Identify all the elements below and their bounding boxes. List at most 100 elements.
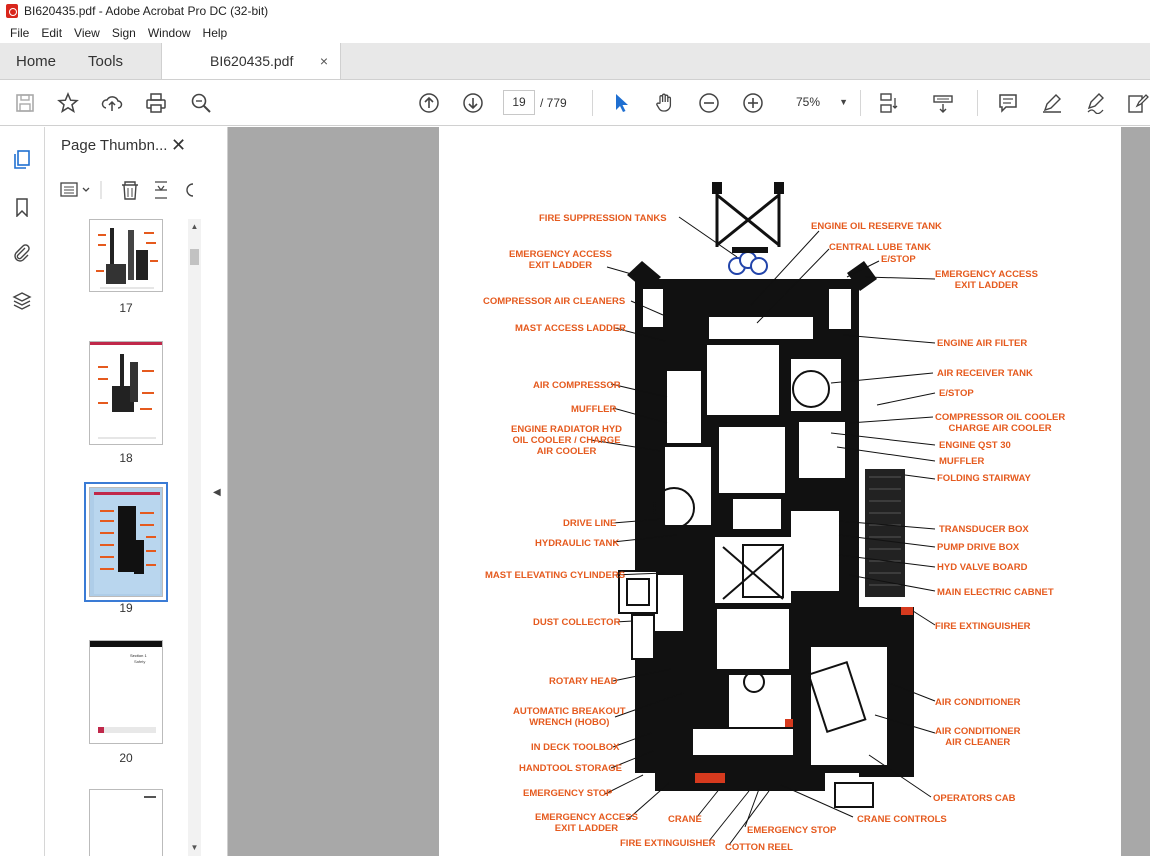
sign-pen-icon[interactable] xyxy=(1084,91,1108,115)
zoom-out-icon[interactable] xyxy=(697,91,721,115)
callout-estop-top: E/STOP xyxy=(881,254,916,265)
page-number-input[interactable]: 19 xyxy=(503,90,535,115)
callout-air-conditioner-air-cleaner: AIR CONDITIONER AIR CLEANER xyxy=(935,726,1021,748)
toolbar-divider xyxy=(977,90,978,116)
callout-engine-qst-30: ENGINE QST 30 xyxy=(939,440,1011,451)
tab-home[interactable]: Home xyxy=(0,43,72,79)
thumbnail-page-19[interactable] xyxy=(84,482,168,602)
page-thumbnails-icon[interactable] xyxy=(10,147,34,171)
previous-page-icon[interactable] xyxy=(417,91,441,115)
callout-estop-right: E/STOP xyxy=(939,388,974,399)
select-cursor-icon[interactable] xyxy=(609,91,633,115)
callout-operators-cab: OPERATORS CAB xyxy=(933,793,1016,804)
callout-mast-elevating-cylinders: MAST ELEVATING CYLINDERS xyxy=(485,570,626,581)
callout-air-compressor: AIR COMPRESSOR xyxy=(533,380,621,391)
edit-pdf-icon[interactable] xyxy=(1126,91,1150,115)
thumbnail-page-17[interactable] xyxy=(89,219,163,292)
callout-cotton-reel: COTTON REEL xyxy=(725,842,793,853)
scroll-down-icon[interactable]: ▼ xyxy=(188,842,201,854)
zoom-search-icon[interactable] xyxy=(189,91,213,115)
bookmark-icon[interactable] xyxy=(10,195,34,219)
chevron-down-icon: ▼ xyxy=(839,97,848,107)
document-viewer[interactable]: FIRE SUPPRESSION TANKS EMERGENCY ACCESS … xyxy=(228,127,1150,856)
thumb20-heading: Section 1 xyxy=(130,653,147,658)
callout-dust-collector: DUST COLLECTOR xyxy=(533,617,621,628)
menu-window[interactable]: Window xyxy=(142,26,197,40)
menu-view[interactable]: View xyxy=(68,26,106,40)
callout-muffler-right: MUFFLER xyxy=(939,456,985,467)
page-thumbnails-panel: Page Thumbn... ✕ 17 18 19 Section 1 Safe… xyxy=(45,127,206,856)
layers-icon[interactable] xyxy=(10,289,34,313)
callout-emergency-access-ladder-left: EMERGENCY ACCESS EXIT LADDER xyxy=(509,249,612,271)
panel-collapse-handle[interactable]: ◀ xyxy=(206,127,228,856)
menu-bar: File Edit View Sign Window Help xyxy=(0,22,1150,43)
callout-fire-extinguisher-bottom: FIRE EXTINGUISHER xyxy=(620,838,716,849)
hand-tool-icon[interactable] xyxy=(653,91,677,115)
print-icon[interactable] xyxy=(144,91,168,115)
more-tools-icon[interactable] xyxy=(186,183,194,197)
highlight-pen-icon[interactable] xyxy=(1040,91,1064,115)
comment-icon[interactable] xyxy=(996,91,1020,115)
callout-compressor-air-cleaners: COMPRESSOR AIR CLEANERS xyxy=(483,296,626,307)
callout-folding-stairway: FOLDING STAIRWAY xyxy=(937,473,1031,484)
thumbnail-page-20[interactable]: Section 1 Safety xyxy=(89,640,163,744)
thumbnail-page-18[interactable] xyxy=(89,341,163,445)
close-tab-icon[interactable]: × xyxy=(320,53,328,69)
tab-row: Home Tools BI620435.pdf × xyxy=(0,43,1150,80)
thumbnail-scrollbar[interactable]: ▲ ▼ xyxy=(188,219,201,856)
callout-emergency-stop-bottom: EMERGENCY STOP xyxy=(747,825,837,836)
scroll-up-icon[interactable]: ▲ xyxy=(188,221,201,233)
page-display-icon[interactable] xyxy=(877,91,901,115)
main-toolbar: 19 / 779 75% ▼ xyxy=(0,80,1150,126)
callout-line: EMERGENCY ACCESS EXIT LADDER xyxy=(509,249,612,271)
callout-air-conditioner: AIR CONDITIONER xyxy=(935,697,1021,708)
tab-tools[interactable]: Tools xyxy=(72,43,139,79)
thumbnail-page-21[interactable] xyxy=(89,789,163,856)
thumbnail-list: 17 18 19 Section 1 Safety 20 xyxy=(45,219,190,856)
document-tab-label: BI620435.pdf xyxy=(210,53,294,69)
thumbnail-label: 19 xyxy=(119,601,133,615)
menu-help[interactable]: Help xyxy=(197,26,234,40)
callout-line: EMERGENCY ACCESS EXIT LADDER xyxy=(935,269,1038,291)
callout-muffler-left: MUFFLER xyxy=(571,404,617,415)
window-title: BI620435.pdf - Adobe Acrobat Pro DC (32-… xyxy=(24,4,269,18)
thumbnail-label: 18 xyxy=(119,451,133,465)
toolbar-divider xyxy=(860,90,861,116)
close-panel-icon[interactable]: ✕ xyxy=(171,135,186,156)
rotate-page-icon[interactable] xyxy=(155,181,167,199)
next-page-icon[interactable] xyxy=(461,91,485,115)
delete-page-icon[interactable] xyxy=(122,181,138,200)
panel-toolbar xyxy=(59,179,199,201)
options-menu-icon[interactable] xyxy=(60,182,90,197)
callout-central-lube-tank: CENTRAL LUBE TANK xyxy=(829,242,932,253)
callout-air-receiver-tank: AIR RECEIVER TANK xyxy=(937,368,1033,379)
thumbnail-label: 17 xyxy=(119,301,133,315)
tab-document[interactable]: BI620435.pdf × xyxy=(161,43,342,79)
save-icon[interactable] xyxy=(13,91,37,115)
scrollbar-thumb[interactable] xyxy=(190,249,199,265)
keyboard-tool-icon[interactable] xyxy=(931,91,955,115)
menu-sign[interactable]: Sign xyxy=(106,26,142,40)
zoom-in-icon[interactable] xyxy=(741,91,765,115)
callout-engine-air-filter: ENGINE AIR FILTER xyxy=(937,338,1028,349)
chevron-left-icon: ◀ xyxy=(213,487,221,498)
menu-file[interactable]: File xyxy=(4,26,35,40)
callout-mast-access-ladder: MAST ACCESS LADDER xyxy=(515,323,627,334)
callout-line: AUTOMATIC BREAKOUT WRENCH (HOBO) xyxy=(513,706,626,728)
left-rail xyxy=(0,127,45,856)
zoom-level-select[interactable]: 75% ▼ xyxy=(788,90,854,115)
acrobat-logo-icon xyxy=(6,4,18,18)
callout-compressor-oil-cooler: COMPRESSOR OIL COOLER CHARGE AIR COOLER xyxy=(935,412,1065,434)
menu-edit[interactable]: Edit xyxy=(35,26,68,40)
callout-line: AIR CONDITIONER AIR CLEANER xyxy=(935,726,1021,748)
callout-line: COMPRESSOR OIL COOLER CHARGE AIR COOLER xyxy=(935,412,1066,434)
callout-automatic-breakout-wrench: AUTOMATIC BREAKOUT WRENCH (HOBO) xyxy=(513,706,626,728)
thumbnail-label: 20 xyxy=(119,751,133,765)
upload-cloud-icon[interactable] xyxy=(100,91,124,115)
star-icon[interactable] xyxy=(56,91,80,115)
callout-drive-line: DRIVE LINE xyxy=(563,518,617,529)
callout-crane-controls: CRANE CONTROLS xyxy=(857,814,947,825)
callout-fire-suppression-tanks: FIRE SUPPRESSION TANKS xyxy=(539,213,667,224)
attachment-icon[interactable] xyxy=(10,241,34,265)
callout-emergency-stop-left: EMERGENCY STOP xyxy=(523,788,613,799)
